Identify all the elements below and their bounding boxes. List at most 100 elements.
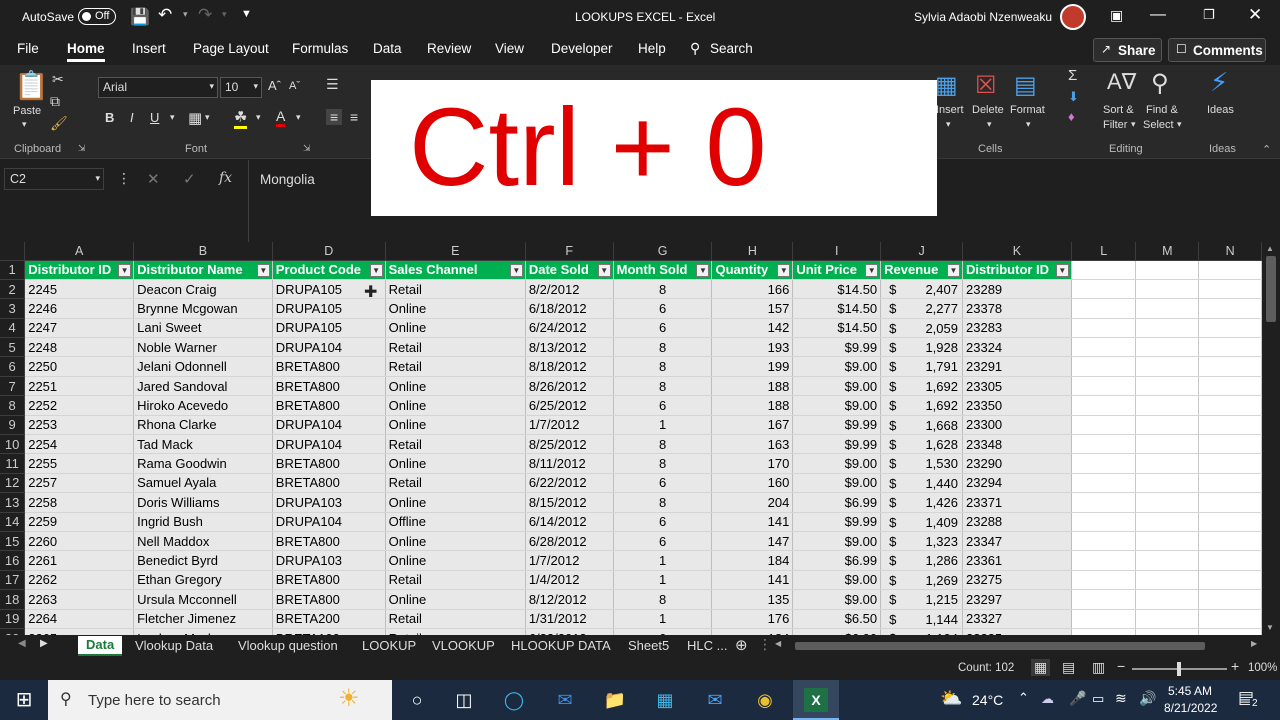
format-painter-icon[interactable]: 🖌 bbox=[50, 115, 68, 132]
row-number[interactable]: 14 bbox=[0, 512, 26, 532]
search-box[interactable]: ⚲ Search bbox=[690, 40, 753, 57]
table-cell[interactable]: 8/2/2012 bbox=[525, 279, 614, 300]
table-cell[interactable]: Rama Goodwin bbox=[133, 453, 273, 474]
table-cell[interactable]: $9.99 bbox=[792, 337, 882, 358]
restore-icon[interactable]: ❐ bbox=[1203, 7, 1215, 23]
font-color-icon[interactable]: A bbox=[276, 108, 286, 127]
table-cell[interactable]: Online bbox=[385, 415, 526, 436]
table-cell[interactable]: $9.00 bbox=[792, 453, 882, 474]
table-cell[interactable]: 23347 bbox=[962, 531, 1072, 552]
table-cell[interactable]: 2251 bbox=[24, 376, 135, 397]
table-cell[interactable]: DRUPA104 bbox=[272, 415, 386, 436]
table-cell[interactable]: $9.00 bbox=[792, 356, 882, 377]
table-cell[interactable]: Online bbox=[385, 318, 526, 339]
table-cell[interactable]: 8/18/2012 bbox=[525, 356, 614, 377]
empty-cell[interactable] bbox=[1198, 589, 1262, 610]
delete-label[interactable]: Delete bbox=[972, 104, 1004, 116]
table-cell[interactable]: 1/7/2012 bbox=[525, 550, 614, 571]
header-cell[interactable]: Unit Price ▼ bbox=[792, 260, 882, 280]
table-cell[interactable]: 6/23/2012 bbox=[525, 628, 614, 635]
row-number[interactable]: 16 bbox=[0, 550, 26, 571]
row-number[interactable]: 20 bbox=[0, 628, 26, 635]
volume-icon[interactable]: 🔊 bbox=[1139, 690, 1156, 707]
sort-filter-label[interactable]: Sort & bbox=[1103, 104, 1134, 116]
row-number[interactable]: 1 bbox=[0, 260, 26, 280]
table-cell[interactable]: 23283 bbox=[962, 318, 1072, 339]
empty-cell[interactable] bbox=[1135, 512, 1200, 532]
format-dropdown-icon[interactable]: ▾ bbox=[1026, 119, 1031, 130]
row-number[interactable]: 2 bbox=[0, 279, 26, 300]
table-cell[interactable]: $1,692 bbox=[880, 376, 963, 397]
menu-view[interactable]: View bbox=[495, 41, 524, 56]
tab-hlookup-data[interactable]: HLOOKUP DATA bbox=[511, 638, 611, 653]
table-cell[interactable]: 23350 bbox=[962, 395, 1072, 416]
column-header-f[interactable]: F bbox=[525, 242, 614, 261]
hscroll-thumb[interactable] bbox=[795, 642, 1205, 650]
table-cell[interactable]: $2,407 bbox=[880, 279, 963, 300]
table-cell[interactable]: 23289 bbox=[962, 279, 1072, 300]
table-cell[interactable]: Retail bbox=[385, 570, 526, 591]
table-cell[interactable]: Nell Maddox bbox=[133, 531, 273, 552]
customize-qat-icon[interactable]: ▼ bbox=[241, 8, 252, 20]
table-cell[interactable]: Retail bbox=[385, 473, 526, 494]
table-cell[interactable]: 23327 bbox=[962, 609, 1072, 629]
format-label[interactable]: Format bbox=[1010, 104, 1045, 116]
table-cell[interactable]: BRETA800 bbox=[272, 395, 386, 416]
table-cell[interactable]: Brynne Mcgowan bbox=[133, 298, 273, 319]
taskbar-search-box[interactable]: ⚲ Type here to search ☀ bbox=[48, 680, 392, 720]
empty-cell[interactable] bbox=[1071, 512, 1137, 532]
empty-cell[interactable] bbox=[1071, 492, 1137, 513]
column-header-m[interactable]: M bbox=[1135, 242, 1200, 261]
table-cell[interactable]: $1,426 bbox=[880, 492, 963, 513]
table-cell[interactable]: 23348 bbox=[962, 434, 1072, 455]
more-tabs-icon[interactable]: ⋮ bbox=[758, 636, 772, 653]
table-cell[interactable]: 6/25/2012 bbox=[525, 395, 614, 416]
zoom-out-icon[interactable]: − bbox=[1117, 658, 1125, 674]
table-cell[interactable]: 23291 bbox=[962, 356, 1072, 377]
tab-scroll-right-icon[interactable]: ▶ bbox=[40, 638, 48, 649]
fill-dropdown-icon[interactable]: ▾ bbox=[256, 112, 261, 123]
vertical-scrollbar[interactable]: ▲ ▼ bbox=[1262, 242, 1280, 635]
empty-cell[interactable] bbox=[1071, 589, 1137, 610]
empty-cell[interactable] bbox=[1198, 531, 1262, 552]
header-cell[interactable]: Quantity ▼ bbox=[711, 260, 794, 280]
table-cell[interactable]: 23300 bbox=[962, 415, 1072, 436]
filter-dropdown-icon[interactable]: ▼ bbox=[947, 263, 960, 277]
table-cell[interactable]: Lani Sweet bbox=[133, 318, 273, 339]
empty-cell[interactable] bbox=[1071, 260, 1137, 280]
table-cell[interactable]: Retail bbox=[385, 434, 526, 455]
empty-cell[interactable] bbox=[1135, 453, 1200, 474]
store-icon[interactable]: ▦ bbox=[653, 688, 677, 712]
filter-dropdown-icon[interactable]: ▼ bbox=[118, 263, 132, 277]
fill-icon[interactable]: ⬇ bbox=[1068, 89, 1079, 105]
page-break-view-icon[interactable]: ▥ bbox=[1092, 659, 1105, 676]
table-cell[interactable]: $1,628 bbox=[880, 434, 963, 455]
table-cell[interactable]: Ingrid Bush bbox=[133, 512, 273, 532]
table-cell[interactable]: $1,104 bbox=[880, 628, 963, 635]
filter-dropdown-icon[interactable]: ▼ bbox=[696, 263, 710, 277]
row-number[interactable]: 15 bbox=[0, 531, 26, 552]
table-cell[interactable]: DRUPA105 bbox=[272, 318, 386, 339]
column-header-a[interactable]: A bbox=[24, 242, 135, 261]
table-cell[interactable]: $9.00 bbox=[792, 570, 882, 591]
empty-cell[interactable] bbox=[1071, 570, 1137, 591]
table-cell[interactable]: $9.00 bbox=[792, 395, 882, 416]
table-cell[interactable]: Online bbox=[385, 376, 526, 397]
column-header-k[interactable]: K bbox=[962, 242, 1072, 261]
chrome-icon[interactable]: ◉ bbox=[753, 688, 777, 712]
fill-color-icon[interactable]: ☘ bbox=[234, 108, 248, 129]
tab-data[interactable]: Data bbox=[78, 636, 123, 656]
user-name[interactable]: Sylvia Adaobi Nzenweaku bbox=[914, 10, 1052, 24]
table-cell[interactable]: Noble Warner bbox=[133, 337, 273, 358]
filter-dropdown-icon[interactable]: ▼ bbox=[256, 263, 270, 277]
menu-help[interactable]: Help bbox=[638, 41, 666, 56]
zoom-slider[interactable] bbox=[1132, 662, 1227, 676]
table-cell[interactable]: 2264 bbox=[24, 609, 135, 629]
header-cell[interactable]: Revenue ▼ bbox=[880, 260, 963, 280]
empty-cell[interactable] bbox=[1198, 376, 1262, 397]
format-cells-icon[interactable]: ▤ bbox=[1014, 71, 1037, 100]
table-cell[interactable]: 6 bbox=[613, 531, 713, 552]
table-cell[interactable]: $1,440 bbox=[880, 473, 963, 494]
decrease-font-icon[interactable]: Aˇ bbox=[289, 80, 300, 92]
table-cell[interactable]: 2252 bbox=[24, 395, 135, 416]
